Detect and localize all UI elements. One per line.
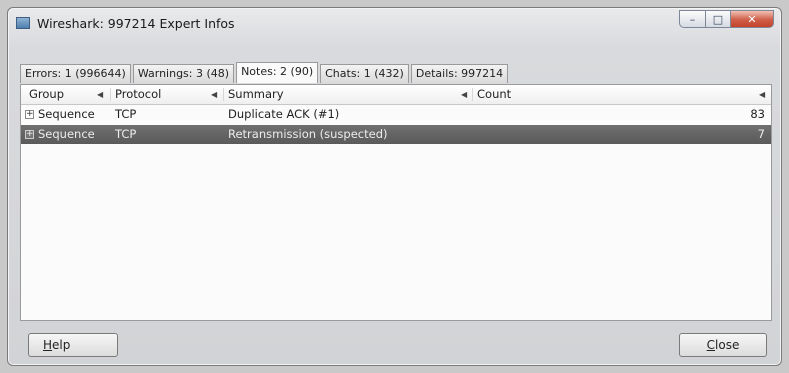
column-separator[interactable]	[110, 88, 111, 101]
help-mnemonic: H	[43, 338, 53, 352]
notes-table: Group ◀ Protocol ◀ Summary ◀ Count ◀ + S…	[20, 84, 772, 321]
table-row[interactable]: + Sequence TCP Retransmission (suspected…	[21, 125, 771, 144]
sort-arrow-icon[interactable]: ◀	[97, 85, 103, 104]
sort-arrow-icon[interactable]: ◀	[759, 85, 765, 104]
tab-notes[interactable]: Notes: 2 (90)	[236, 62, 319, 83]
column-header-group[interactable]: Group	[29, 85, 64, 104]
tab-warnings[interactable]: Warnings: 3 (48)	[132, 64, 235, 83]
window-title: Wireshark: 997214 Expert Infos	[37, 16, 235, 31]
close-button[interactable]: Close	[679, 333, 767, 357]
expand-icon[interactable]: +	[25, 110, 34, 119]
tab-chats[interactable]: Chats: 1 (432)	[320, 64, 409, 83]
column-header-summary[interactable]: Summary	[228, 85, 284, 104]
column-separator[interactable]	[223, 88, 224, 101]
row-protocol: TCP	[115, 107, 137, 121]
sort-arrow-icon[interactable]: ◀	[211, 85, 217, 104]
row-count: 7	[757, 127, 765, 141]
sort-arrow-icon[interactable]: ◀	[461, 85, 467, 104]
close-window-button[interactable]: ✕	[730, 10, 774, 28]
close-mnemonic: C	[706, 338, 716, 352]
row-group: Sequence	[38, 107, 95, 121]
expert-infos-window: Wireshark: 997214 Expert Infos – □ ✕ Err…	[7, 7, 782, 366]
wireshark-app-icon	[16, 17, 30, 29]
tab-errors[interactable]: Errors: 1 (996644)	[20, 64, 131, 83]
row-summary: Duplicate ACK (#1)	[228, 107, 340, 121]
row-group: Sequence	[38, 127, 95, 141]
title-bar[interactable]: Wireshark: 997214 Expert Infos – □ ✕	[8, 8, 781, 36]
minimize-button[interactable]: –	[679, 10, 705, 28]
column-separator[interactable]	[472, 88, 473, 101]
help-button[interactable]: Help	[28, 333, 118, 357]
close-label: lose	[715, 338, 740, 352]
help-label: elp	[52, 338, 71, 352]
row-protocol: TCP	[115, 127, 137, 141]
table-row[interactable]: + Sequence TCP Duplicate ACK (#1) 83	[21, 105, 771, 124]
tab-details[interactable]: Details: 997214	[410, 64, 509, 83]
row-summary: Retransmission (suspected)	[228, 127, 388, 141]
column-header-protocol[interactable]: Protocol	[115, 85, 161, 104]
maximize-button[interactable]: □	[705, 10, 730, 28]
table-header: Group ◀ Protocol ◀ Summary ◀ Count ◀	[21, 85, 771, 105]
tab-bar: Errors: 1 (996644) Warnings: 3 (48) Note…	[20, 62, 510, 84]
column-header-count[interactable]: Count	[477, 85, 511, 104]
row-count: 83	[750, 107, 765, 121]
expand-icon[interactable]: +	[25, 130, 34, 139]
window-controls: – □ ✕	[679, 10, 774, 28]
